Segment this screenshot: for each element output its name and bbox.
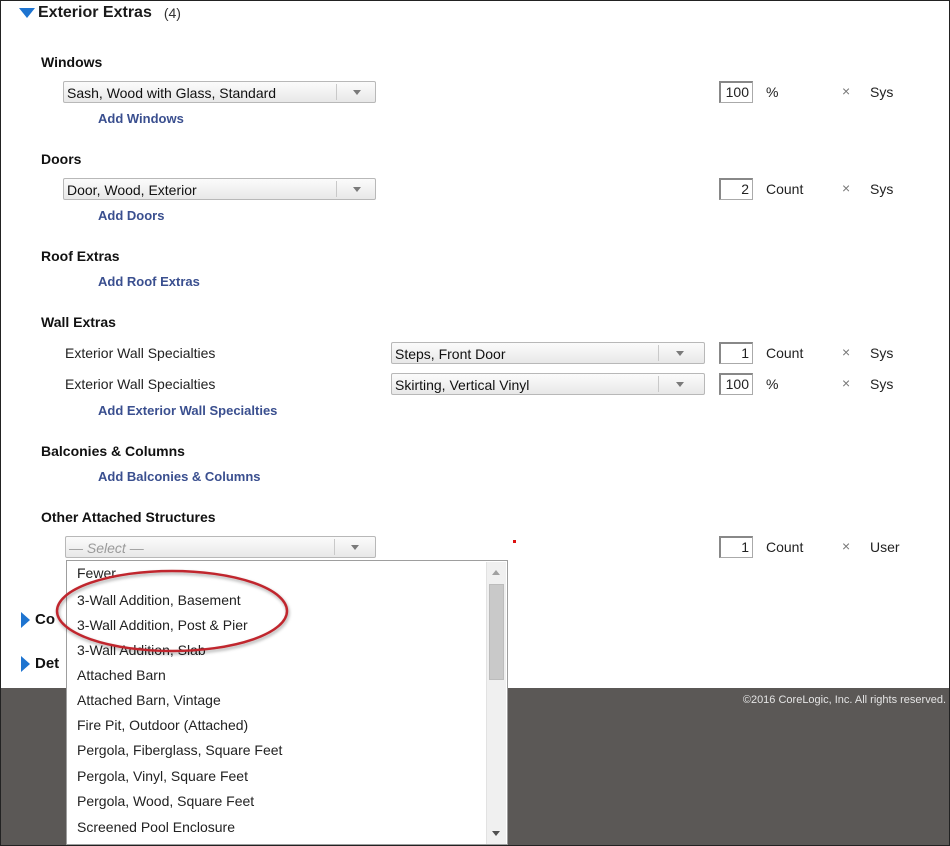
add-windows-link[interactable]: Add Windows	[98, 111, 184, 126]
add-roof-extras-link[interactable]: Add Roof Extras	[98, 274, 200, 289]
group-title-wall-extras: Wall Extras	[41, 314, 116, 330]
select-separator	[658, 345, 659, 361]
wall-row-label: Exterior Wall Specialties	[65, 345, 216, 361]
dropdown-option[interactable]: Fire Pit, Outdoor (Attached)	[77, 717, 248, 733]
other-qty-input[interactable]: 1	[719, 536, 753, 558]
select-placeholder: — Select —	[69, 540, 144, 556]
wall-source: Sys	[870, 376, 894, 392]
chevron-down-icon	[353, 90, 361, 95]
group-title-balconies-columns: Balconies & Columns	[41, 443, 185, 459]
wall-qty-input[interactable]: 1	[719, 342, 753, 364]
scroll-up-arrow-icon[interactable]	[492, 570, 500, 575]
scroll-thumb[interactable]	[489, 584, 504, 680]
select-separator	[336, 84, 337, 100]
cursor-dot	[513, 540, 516, 543]
wall-specialty-select[interactable]: Skirting, Vertical Vinyl	[391, 373, 705, 395]
dropdown-option[interactable]: Attached Barn	[77, 667, 166, 683]
dropdown-option[interactable]: Pergola, Fiberglass, Square Feet	[77, 742, 282, 758]
windows-unit: %	[766, 84, 779, 100]
doors-select[interactable]: Door, Wood, Exterior	[63, 178, 376, 200]
select-separator	[658, 376, 659, 392]
other-structures-select[interactable]: — Select —	[65, 536, 376, 558]
highlight-ellipse-annotation	[55, 569, 289, 653]
windows-source: Sys	[870, 84, 894, 100]
scroll-down-arrow-icon[interactable]	[492, 831, 500, 836]
add-exterior-wall-specialties-link[interactable]: Add Exterior Wall Specialties	[98, 403, 277, 418]
dropdown-option[interactable]: Pergola, Vinyl, Square Feet	[77, 768, 248, 784]
select-separator	[336, 181, 337, 197]
remove-icon[interactable]: ×	[842, 375, 850, 391]
group-title-doors: Doors	[41, 151, 82, 167]
chevron-down-icon	[676, 382, 684, 387]
doors-source: Sys	[870, 181, 894, 197]
dropdown-option[interactable]: Attached Barn, Vintage	[77, 692, 221, 708]
chevron-down-icon	[353, 187, 361, 192]
wall-row-label: Exterior Wall Specialties	[65, 376, 216, 392]
group-title-other-attached-structures: Other Attached Structures	[41, 509, 216, 525]
wall-unit: %	[766, 376, 779, 392]
add-balconies-columns-link[interactable]: Add Balconies & Columns	[98, 469, 261, 484]
wall-source: Sys	[870, 345, 894, 361]
chevron-down-icon	[351, 545, 359, 550]
windows-qty-input[interactable]: 100	[719, 81, 753, 103]
chevron-down-icon	[676, 351, 684, 356]
group-title-windows: Windows	[41, 54, 103, 70]
collapsed-triangle-icon	[21, 655, 30, 672]
select-value: Steps, Front Door	[395, 346, 506, 362]
dropdown-scrollbar[interactable]	[486, 562, 506, 844]
add-doors-link[interactable]: Add Doors	[98, 208, 164, 223]
select-value: Sash, Wood with Glass, Standard	[67, 85, 277, 101]
section-title: Exterior Extras	[38, 4, 152, 21]
select-separator	[334, 539, 335, 555]
expanded-triangle-icon	[19, 8, 35, 18]
copyright-text: ©2016 CoreLogic, Inc. All rights reserve…	[742, 694, 946, 706]
other-unit: Count	[766, 539, 804, 555]
group-title-roof-extras: Roof Extras	[41, 248, 120, 264]
section-header-exterior-extras[interactable]: Exterior Extras (4)	[19, 4, 181, 22]
dropdown-option[interactable]: Screened Pool Enclosure	[77, 819, 235, 835]
remove-icon[interactable]: ×	[842, 180, 850, 196]
wall-specialty-select[interactable]: Steps, Front Door	[391, 342, 705, 364]
remove-icon[interactable]: ×	[842, 83, 850, 99]
remove-icon[interactable]: ×	[842, 344, 850, 360]
windows-select[interactable]: Sash, Wood with Glass, Standard	[63, 81, 376, 103]
remove-icon[interactable]: ×	[842, 538, 850, 554]
select-value: Door, Wood, Exterior	[67, 182, 197, 198]
wall-qty-input[interactable]: 100	[719, 373, 753, 395]
collapsed-triangle-icon	[21, 611, 30, 628]
page-frame: Exterior Extras (4) Windows Sash, Wood w…	[0, 0, 950, 846]
dropdown-option[interactable]: Pergola, Wood, Square Feet	[77, 793, 254, 809]
select-value: Skirting, Vertical Vinyl	[395, 377, 530, 393]
section-count: (4)	[163, 5, 181, 21]
other-source: User	[870, 539, 900, 555]
wall-unit: Count	[766, 345, 804, 361]
doors-qty-input[interactable]: 2	[719, 178, 753, 200]
doors-unit: Count	[766, 181, 804, 197]
